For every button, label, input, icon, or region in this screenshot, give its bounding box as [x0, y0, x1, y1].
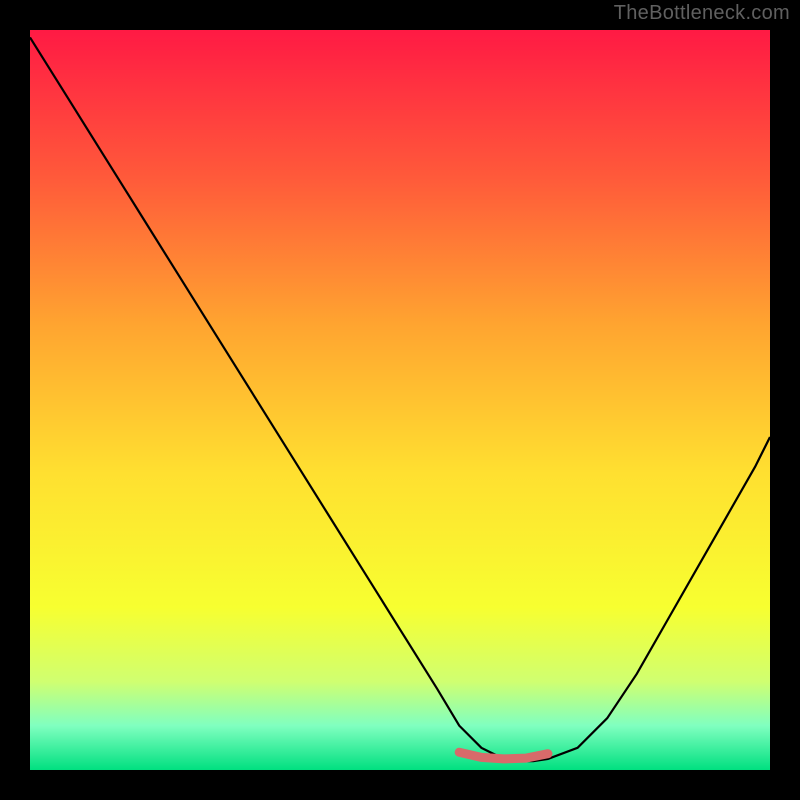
chart-container: [30, 30, 770, 770]
bottleneck-chart: [30, 30, 770, 770]
watermark-text: TheBottleneck.com: [614, 2, 790, 25]
gradient-background: [30, 30, 770, 770]
